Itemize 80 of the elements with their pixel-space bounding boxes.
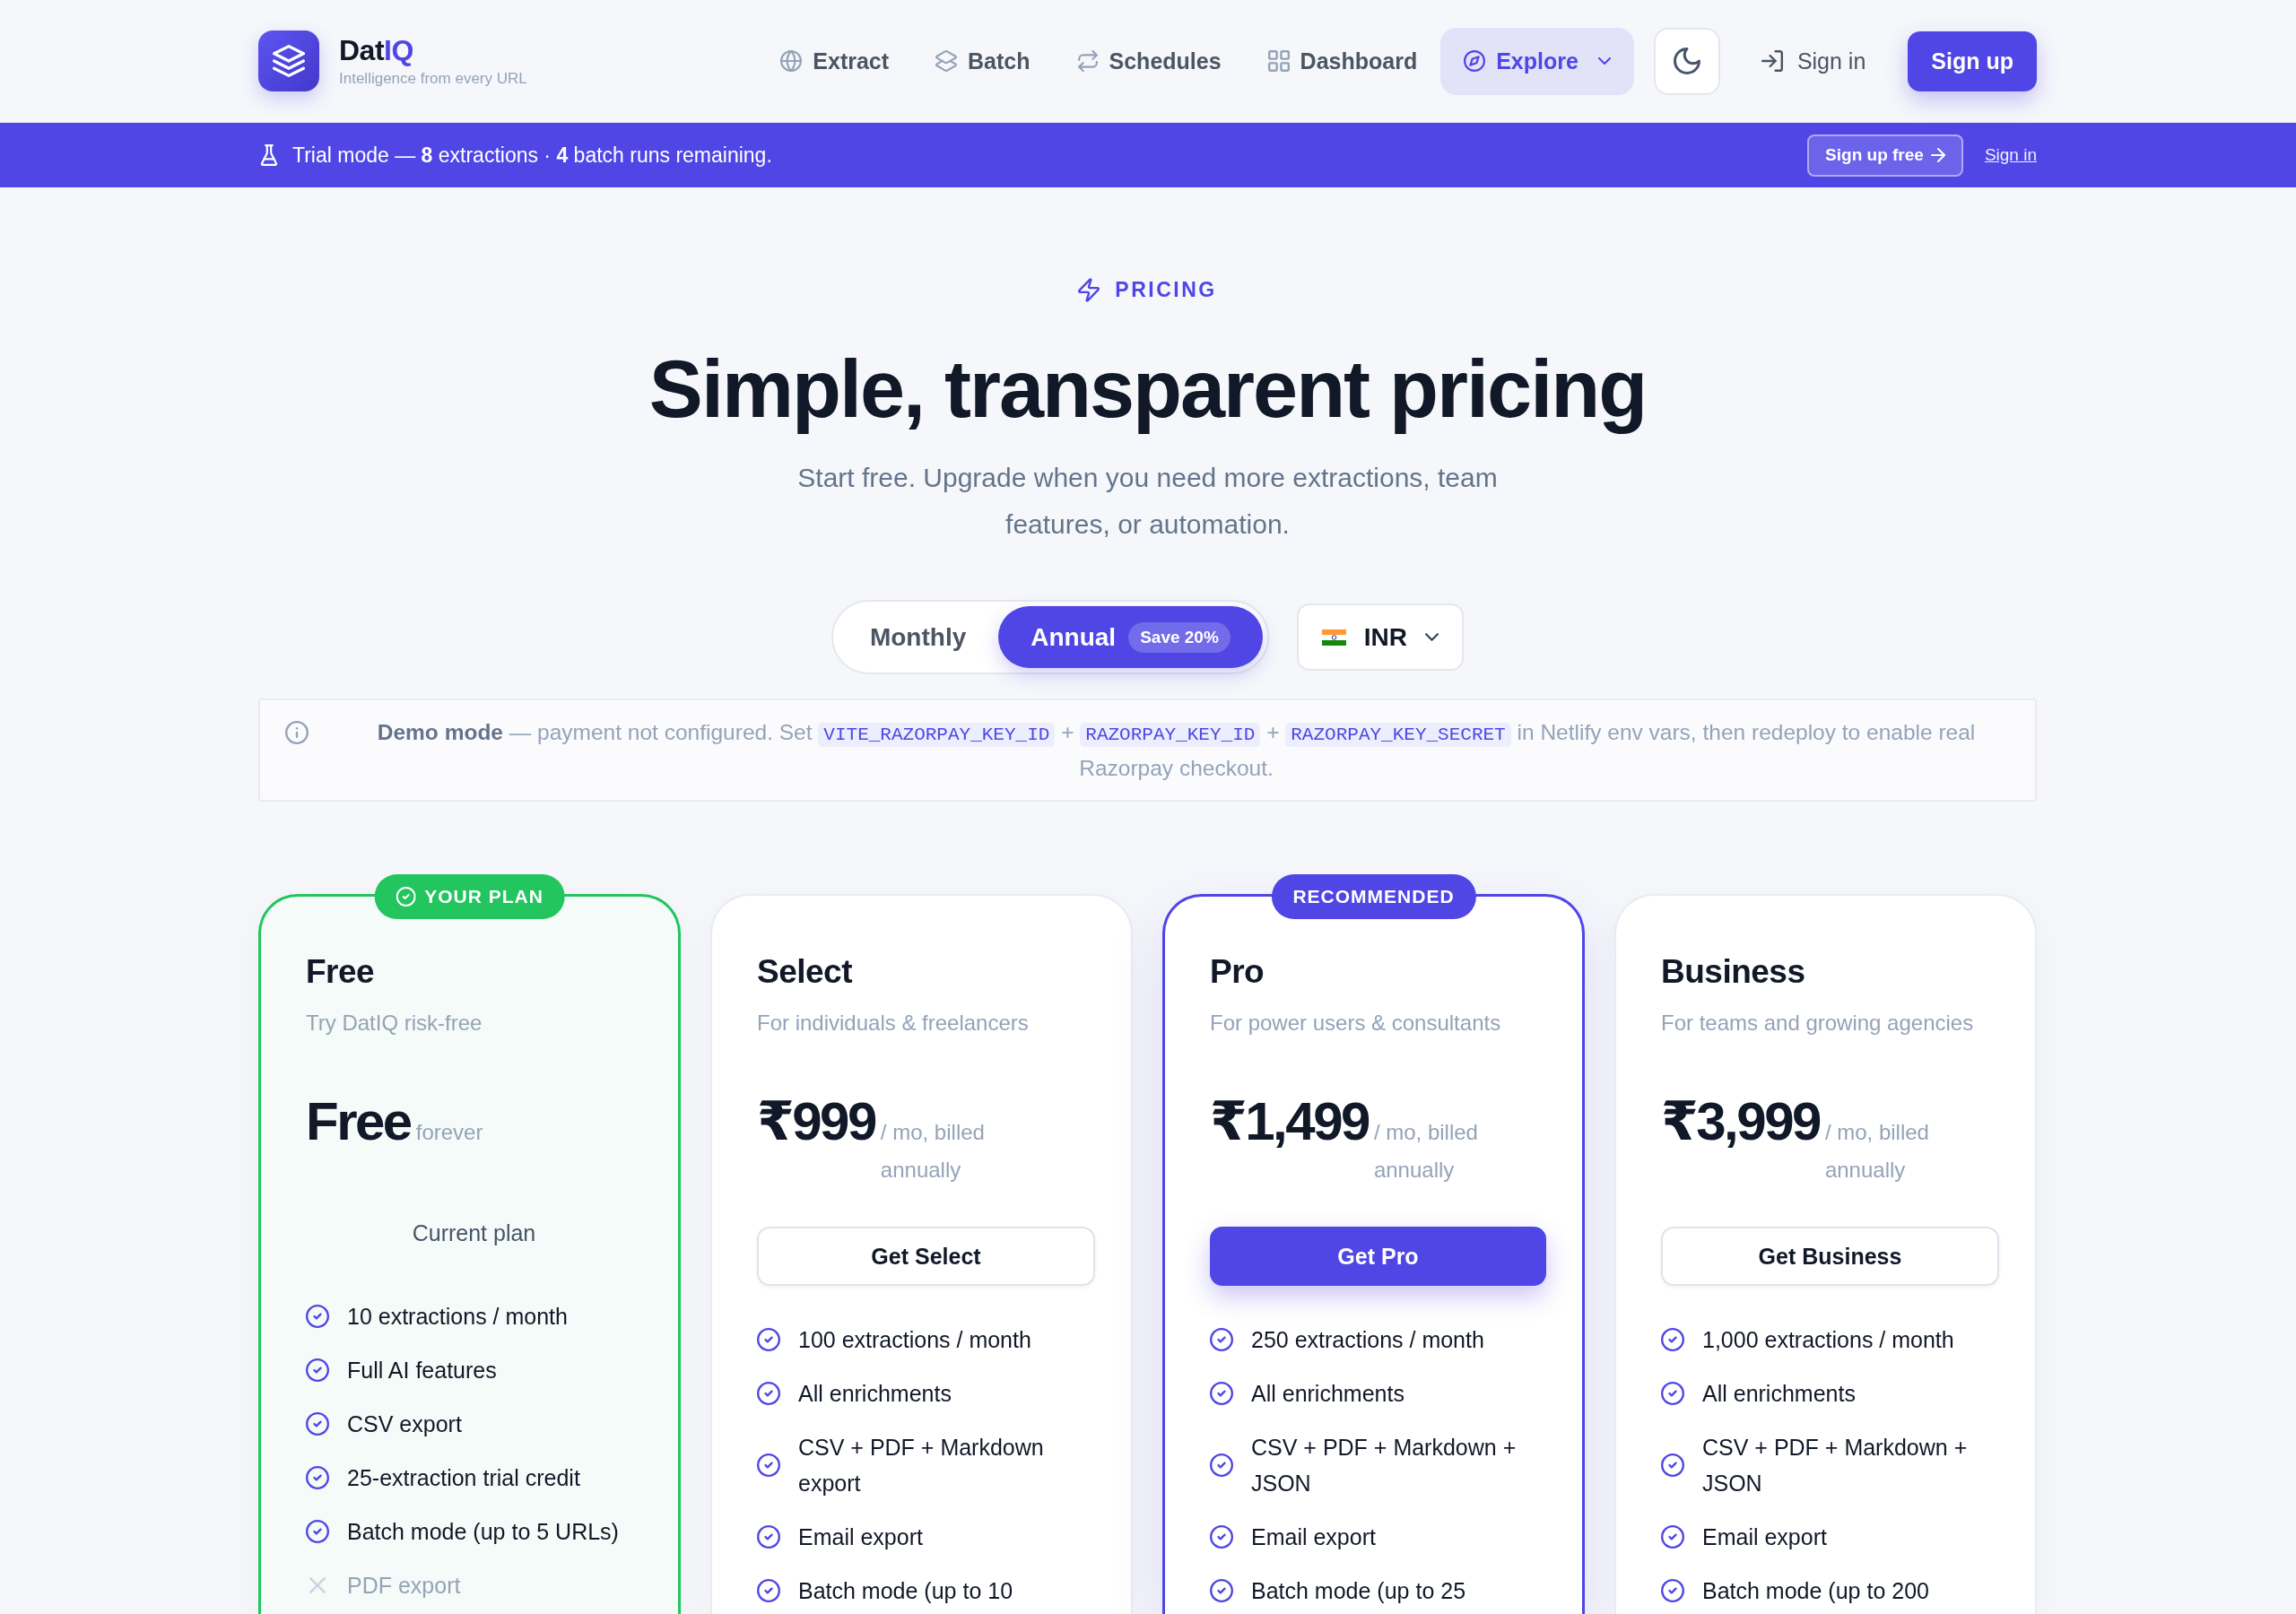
feature-text: Full AI features — [347, 1357, 497, 1384]
page-title: Simple, transparent pricing — [648, 345, 1647, 434]
moon-icon — [1673, 48, 1700, 74]
layers-icon — [935, 50, 958, 72]
nav-link[interactable]: Dashboard — [1244, 27, 1441, 95]
feature-text: CSV + PDF + Markdown export — [798, 1434, 1045, 1497]
price-amount: Free — [306, 1095, 411, 1149]
plan-name: Pro — [1210, 952, 1265, 992]
feature-text: All enrichments — [1251, 1380, 1405, 1408]
feature-text: PDF export — [347, 1572, 461, 1600]
nav-link[interactable]: Extract — [757, 27, 913, 95]
feature-text: Batch mode (up to 200 — [1702, 1577, 1929, 1605]
feature-text: 250 extractions / month — [1251, 1326, 1484, 1354]
section-label: PRICING — [1115, 277, 1217, 302]
price-period: forever — [415, 1119, 483, 1146]
feature-text: 100 extractions / month — [798, 1326, 1031, 1354]
explore-menu-button[interactable]: Explore — [1440, 27, 1634, 95]
globe-icon — [780, 50, 803, 72]
plan-description: For individuals & freelancers — [757, 1010, 1030, 1037]
feature-text: Email export — [1251, 1523, 1376, 1551]
brand-tagline: Intelligence from every URL — [339, 69, 527, 89]
feature-text: Batch mode (up to 25 — [1251, 1577, 1466, 1605]
grid-icon — [1267, 50, 1290, 72]
plan-button[interactable]: Get Select — [757, 1227, 1095, 1286]
arrow-right-icon — [1930, 148, 1945, 162]
sign-up-free-button[interactable]: Sign up free — [1807, 134, 1963, 177]
feature-text: 1,000 extractions / month — [1702, 1326, 1954, 1354]
sign-in-link[interactable]: Sign in — [1741, 30, 1886, 91]
feature-text: Email export — [1702, 1523, 1827, 1551]
page-subtitle: Start free. Upgrade when you need more extractions, team features, or automation. — [796, 462, 1499, 541]
plan-description: For teams and growing agencies — [1661, 1010, 1975, 1037]
theme-toggle-button[interactable] — [1653, 27, 1720, 95]
price-amount: ₹1,499 — [1210, 1095, 1369, 1149]
plan-button[interactable]: Get Pro — [1210, 1227, 1546, 1286]
feature-text: All enrichments — [1702, 1380, 1856, 1408]
feature-text: Batch mode (up to 10 — [798, 1577, 1013, 1605]
feature-text: CSV + PDF + Markdown + JSON — [1702, 1434, 1969, 1497]
feature-text: CSV + PDF + Markdown + JSON — [1251, 1434, 1518, 1497]
login-icon — [1761, 50, 1783, 72]
plan-description: Try DatIQ risk-free — [306, 1010, 483, 1037]
lightning-icon — [1078, 277, 1100, 302]
notice-text: Demo mode — payment not configured. Set VITE_RAZORPAY_KEY_ID + RAZORPAY_KEY_ID + RAZORPAY_KEY_SECRET in Netlify env vars, then redeploy to enable real Razorpay checkout. — [376, 719, 1977, 782]
price-period: / mo, billed annually — [880, 1119, 986, 1184]
compass-icon — [1464, 50, 1486, 72]
plan-status-text: Current plan — [411, 1219, 537, 1247]
plan-name: Select — [757, 952, 853, 992]
price-amount: ₹999 — [757, 1095, 875, 1149]
plan-button[interactable]: Get Business — [1661, 1227, 1999, 1286]
plan-name: Business — [1661, 952, 1806, 992]
logo-icon[interactable] — [258, 30, 319, 91]
plan-name: Free — [306, 952, 376, 992]
flag-icon — [1321, 629, 1346, 646]
info-icon — [285, 721, 309, 744]
check-circle-icon — [396, 887, 416, 907]
sign-up-button[interactable]: Sign up — [1908, 30, 2037, 91]
feature-text: 25-extraction trial credit — [347, 1464, 580, 1492]
plan-description: For power users & consultants — [1210, 1010, 1502, 1037]
flask-icon — [260, 144, 278, 166]
repeat-icon — [1076, 50, 1099, 72]
feature-text: All enrichments — [798, 1380, 952, 1408]
price-period: / mo, billed annually — [1373, 1119, 1479, 1184]
feature-text: Email export — [798, 1523, 923, 1551]
trial-message: Trial mode — 8 extractions · 4 batch runs remaining. — [292, 143, 772, 168]
chevron-down-icon — [1425, 633, 1439, 641]
currency-select[interactable]: INR — [1296, 603, 1465, 671]
billing-option[interactable]: Monthly — [837, 606, 999, 668]
billing-option[interactable]: Annual Save 20% — [998, 606, 1263, 668]
price-amount: ₹3,999 — [1661, 1095, 1820, 1149]
feature-text: CSV export — [347, 1410, 462, 1438]
feature-text: 10 extractions / month — [347, 1303, 568, 1331]
feature-text: Batch mode (up to 5 URLs) — [347, 1518, 619, 1546]
brand-name: DatIQ — [339, 33, 414, 67]
highlight-label: YOUR PLAN — [424, 886, 544, 907]
highlight-label: RECOMMENDED — [1292, 886, 1455, 907]
nav-link[interactable]: Schedules — [1053, 27, 1245, 95]
price-period: / mo, billed annually — [1824, 1119, 1930, 1184]
nav-link[interactable]: Batch — [912, 27, 1054, 95]
discount-badge: Save 20% — [1128, 621, 1231, 653]
sign-in-link[interactable]: Sign in — [1984, 145, 2037, 165]
chevron-down-icon — [1597, 57, 1611, 65]
